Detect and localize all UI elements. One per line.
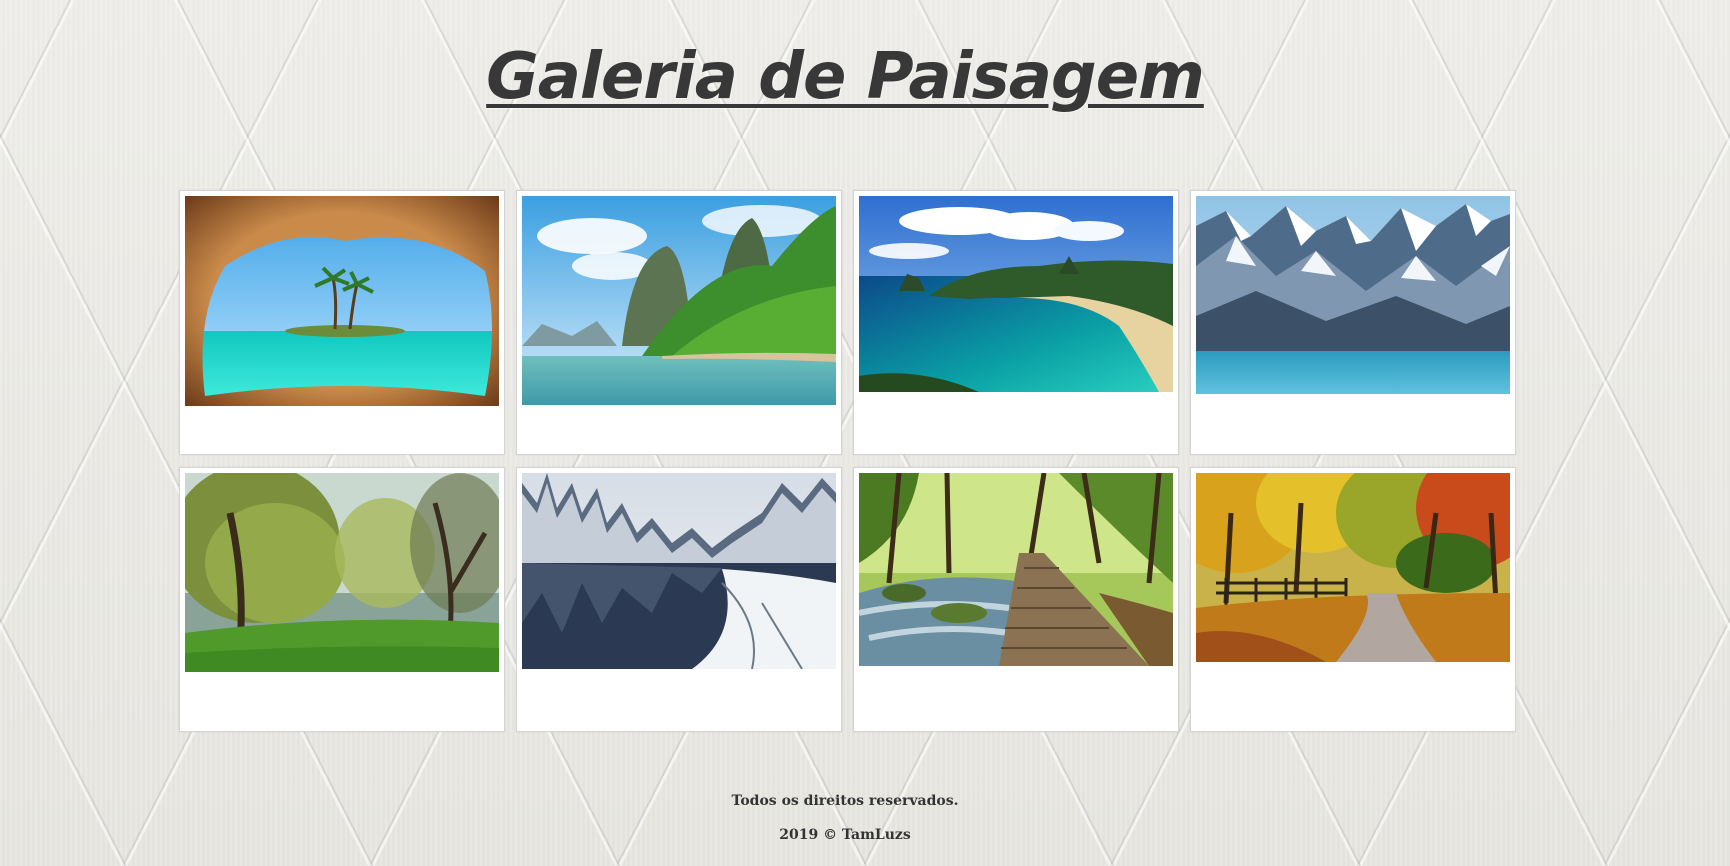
footer-copyright: 2019 © TamLuzs	[779, 827, 911, 843]
winter-river-image[interactable]	[522, 473, 836, 669]
snow-mountains-image[interactable]	[1196, 196, 1510, 394]
gallery-card[interactable]	[179, 190, 505, 455]
gallery-card[interactable]	[516, 467, 842, 732]
bay-beach-image[interactable]	[859, 196, 1173, 392]
river-cliffs-image[interactable]	[522, 196, 836, 405]
footer: Todos os direitos reservados. 2019 © Tam…	[0, 784, 1690, 852]
gallery-card[interactable]	[853, 467, 1179, 732]
cave-island-image[interactable]	[185, 196, 499, 406]
gallery-grid	[179, 190, 1516, 732]
gallery-card[interactable]	[516, 190, 842, 455]
willow-park-image[interactable]	[185, 473, 499, 672]
gallery-card[interactable]	[1190, 467, 1516, 732]
footer-rights: Todos os direitos reservados.	[731, 793, 959, 809]
forest-boardwalk-image[interactable]	[859, 473, 1173, 666]
gallery-card[interactable]	[853, 190, 1179, 455]
autumn-lane-image[interactable]	[1196, 473, 1510, 662]
page-title: Galeria de Paisagem	[486, 40, 1205, 114]
gallery-card[interactable]	[179, 467, 505, 732]
gallery-card[interactable]	[1190, 190, 1516, 455]
